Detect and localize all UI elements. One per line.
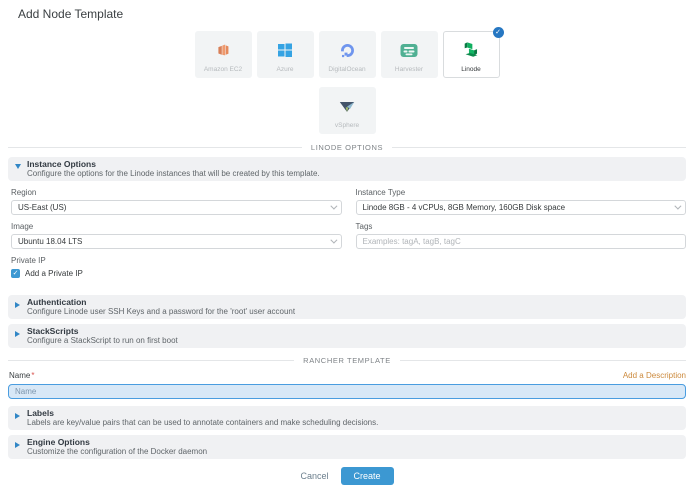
provider-card-digitalocean[interactable]: DigitalOcean xyxy=(319,31,376,78)
provider-card-label: vSphere xyxy=(335,122,359,129)
tags-field: Tags xyxy=(356,222,687,249)
private-ip-field: Private IP ✓ Add a Private IP xyxy=(11,256,686,278)
section-title: Authentication xyxy=(27,297,678,307)
footer-actions: Cancel Create xyxy=(0,467,694,485)
image-tags-row: Image Ubuntu 18.04 LTS Tags xyxy=(11,222,686,249)
section-subtitle: Configure a StackScript to run on first … xyxy=(27,336,678,345)
provider-card-azure[interactable]: Azure xyxy=(257,31,314,78)
divider-line xyxy=(8,147,302,148)
instance-type-label: Instance Type xyxy=(356,188,687,197)
rancher-template-heading: RANCHER TEMPLATE xyxy=(303,356,391,365)
chevron-right-icon xyxy=(15,413,20,419)
vsphere-icon xyxy=(338,96,356,116)
provider-card-label: Azure xyxy=(277,66,294,73)
private-ip-row: Private IP ✓ Add a Private IP xyxy=(11,256,686,278)
instance-type-field: Instance Type Linode 8GB - 4 vCPUs, 8GB … xyxy=(356,188,687,215)
divider-line xyxy=(392,147,686,148)
provider-card-harvester[interactable]: Harvester xyxy=(381,31,438,78)
section-subtitle: Configure Linode user SSH Keys and a pas… xyxy=(27,307,678,316)
divider-line xyxy=(400,360,686,361)
digitalocean-icon xyxy=(339,40,356,60)
region-field: Region US-East (US) xyxy=(11,188,342,215)
azure-icon xyxy=(277,40,293,60)
instance-options-section-header[interactable]: Instance Options Configure the options f… xyxy=(8,157,686,181)
linode-options-heading: LINODE OPTIONS xyxy=(311,143,383,152)
instance-type-select[interactable]: Linode 8GB - 4 vCPUs, 8GB Memory, 160GB … xyxy=(356,200,687,215)
image-field: Image Ubuntu 18.04 LTS xyxy=(11,222,342,249)
chevron-down-icon xyxy=(330,237,337,244)
region-select-value: US-East (US) xyxy=(18,203,66,212)
private-ip-checkbox[interactable]: ✓ xyxy=(11,269,20,278)
provider-card-vsphere[interactable]: vSphere xyxy=(319,87,376,134)
section-title: Labels xyxy=(27,408,678,418)
provider-card-label: Harvester xyxy=(395,66,423,73)
name-label: Name* xyxy=(9,371,34,380)
provider-card-amazon-ec2[interactable]: Amazon EC2 xyxy=(195,31,252,78)
name-label-row: Name* Add a Description xyxy=(9,371,686,380)
chevron-right-icon xyxy=(15,302,20,308)
region-select[interactable]: US-East (US) xyxy=(11,200,342,215)
authentication-section-header[interactable]: Authentication Configure Linode user SSH… xyxy=(8,295,686,319)
labels-section-header[interactable]: Labels Labels are key/value pairs that c… xyxy=(8,406,686,430)
stackscripts-section-header[interactable]: StackScripts Configure a StackScript to … xyxy=(8,324,686,348)
selected-check-icon: ✓ xyxy=(493,27,504,38)
private-ip-checkbox-row: ✓ Add a Private IP xyxy=(11,269,686,278)
region-instance-row: Region US-East (US) Instance Type Linode… xyxy=(11,188,686,215)
tags-input[interactable] xyxy=(356,234,687,249)
create-button[interactable]: Create xyxy=(341,467,394,485)
chevron-right-icon xyxy=(15,442,20,448)
private-ip-checkbox-label: Add a Private IP xyxy=(25,269,83,278)
image-label: Image xyxy=(11,222,342,231)
image-select[interactable]: Ubuntu 18.04 LTS xyxy=(11,234,342,249)
engine-options-section-header[interactable]: Engine Options Customize the configurati… xyxy=(8,435,686,459)
page-title: Add Node Template xyxy=(0,0,694,21)
section-subtitle: Customize the configuration of the Docke… xyxy=(27,447,678,456)
linode-icon xyxy=(463,40,480,60)
provider-card-row-2: vSphere xyxy=(0,87,694,134)
chevron-right-icon xyxy=(15,331,20,337)
provider-card-label: Amazon EC2 xyxy=(204,66,242,73)
provider-card-linode[interactable]: ✓ Linode xyxy=(443,31,500,78)
add-description-link[interactable]: Add a Description xyxy=(623,371,686,380)
provider-card-label: DigitalOcean xyxy=(328,66,365,73)
section-title: Instance Options xyxy=(27,159,678,169)
section-title: StackScripts xyxy=(27,326,678,336)
chevron-expanded-icon xyxy=(15,164,21,169)
harvester-icon xyxy=(400,40,418,60)
chevron-down-icon xyxy=(674,203,681,210)
private-ip-label: Private IP xyxy=(11,256,686,265)
section-title: Engine Options xyxy=(27,437,678,447)
amazon-ec2-icon xyxy=(215,40,232,60)
tags-label: Tags xyxy=(356,222,687,231)
section-subtitle: Labels are key/value pairs that can be u… xyxy=(27,418,678,427)
provider-card-row: Amazon EC2 Azure DigitalOcean xyxy=(0,31,694,78)
provider-card-label: Linode xyxy=(461,66,481,73)
linode-options-divider: LINODE OPTIONS xyxy=(8,143,686,152)
chevron-down-icon xyxy=(330,203,337,210)
name-input[interactable] xyxy=(8,384,686,399)
instance-type-select-value: Linode 8GB - 4 vCPUs, 8GB Memory, 160GB … xyxy=(363,203,566,212)
region-label: Region xyxy=(11,188,342,197)
cancel-button[interactable]: Cancel xyxy=(300,471,328,481)
image-select-value: Ubuntu 18.04 LTS xyxy=(18,237,82,246)
divider-line xyxy=(8,360,294,361)
section-subtitle: Configure the options for the Linode ins… xyxy=(27,169,678,178)
required-asterisk: * xyxy=(31,371,34,380)
rancher-template-divider: RANCHER TEMPLATE xyxy=(8,356,686,365)
